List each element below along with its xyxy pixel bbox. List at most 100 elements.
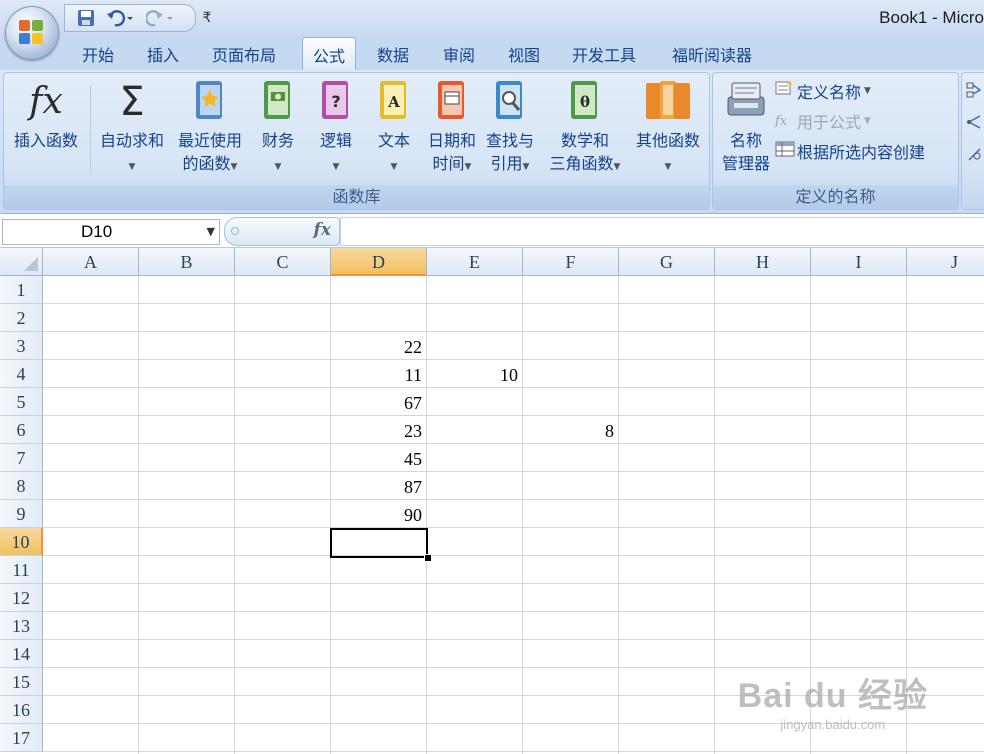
cell-e4[interactable]: 10 <box>427 360 523 388</box>
trace-dependents-icon[interactable] <box>966 113 984 131</box>
column-header-c[interactable]: C <box>235 248 331 276</box>
row-header-14[interactable]: 14 <box>0 640 43 668</box>
autosum-button[interactable]: Σ 自动求和 ▼ <box>94 77 170 179</box>
tab-home[interactable]: 开始 <box>82 40 114 68</box>
column-header-g[interactable]: G <box>619 248 715 276</box>
gridline-horizontal <box>43 611 984 612</box>
row-header-10[interactable]: 10 <box>0 528 43 556</box>
defined-names-group: 名称 管理器 定义名称 ▼ fx 用于公式 ▼ 根据所选内容创建 定义的名称 <box>712 72 959 210</box>
redo-icon[interactable] <box>145 7 175 28</box>
dropdown-arrow-icon: ▼ <box>230 162 238 172</box>
fill-handle[interactable] <box>424 554 432 562</box>
column-header-d[interactable]: D <box>331 248 427 276</box>
row-header-11[interactable]: 11 <box>0 556 43 584</box>
save-icon[interactable] <box>75 7 97 28</box>
use-in-formula-label: 用于公式 <box>797 113 862 132</box>
theta-book-icon: θ <box>542 77 628 129</box>
insert-function-label: 插入函数 <box>13 131 78 150</box>
cell-d5[interactable]: 67 <box>331 388 427 416</box>
row-header-13[interactable]: 13 <box>0 612 43 640</box>
column-header-f[interactable]: F <box>523 248 619 276</box>
more-functions-button[interactable]: 其他函数 ▼ <box>630 77 706 179</box>
customize-qat-button[interactable]: ₹ <box>200 7 214 28</box>
tab-foxit-reader[interactable]: 福昕阅读器 <box>672 40 752 68</box>
row-header-15[interactable]: 15 <box>0 668 43 696</box>
row-header-7[interactable]: 7 <box>0 444 43 472</box>
tab-view[interactable]: 视图 <box>508 40 540 68</box>
name-manager-button[interactable]: 名称 管理器 <box>715 77 777 175</box>
column-header-i[interactable]: I <box>811 248 907 276</box>
row-header-9[interactable]: 9 <box>0 500 43 528</box>
tab-page-layout[interactable]: 页面布局 <box>212 40 276 68</box>
use-in-formula-button[interactable]: fx 用于公式 ▼ <box>775 109 871 133</box>
cell-d8[interactable]: 87 <box>331 472 427 500</box>
logical-button[interactable]: ? 逻辑 ▼ <box>310 77 362 179</box>
trace-precedents-icon[interactable] <box>966 81 984 99</box>
active-cell-outline[interactable] <box>330 528 428 558</box>
date-time-button[interactable]: 日期和 时间▼ <box>424 77 480 179</box>
gridline-horizontal <box>43 527 984 528</box>
row-header-5[interactable]: 5 <box>0 388 43 416</box>
watermark-logo: Bai du 经验 <box>737 677 928 715</box>
row-header-4[interactable]: 4 <box>0 360 43 388</box>
tab-formulas[interactable]: 公式 <box>302 37 357 71</box>
tab-review[interactable]: 审阅 <box>443 40 475 68</box>
logical-label: 逻辑 <box>319 131 352 150</box>
row-header-12[interactable]: 12 <box>0 584 43 612</box>
formula-input[interactable] <box>340 217 984 246</box>
create-from-selection-button[interactable]: 根据所选内容创建 <box>775 139 925 163</box>
gridline-horizontal <box>43 555 984 556</box>
tab-developer[interactable]: 开发工具 <box>572 40 636 68</box>
cell-d3[interactable]: 22 <box>331 332 427 360</box>
cell-d4[interactable]: 11 <box>331 360 427 388</box>
name-manager-label-2: 管理器 <box>721 154 770 173</box>
insert-function-bar-button[interactable]: fx <box>224 217 340 246</box>
undo-icon[interactable] <box>105 7 135 28</box>
math-trig-label-1: 数学和 <box>560 131 609 150</box>
tab-insert[interactable]: 插入 <box>147 40 179 68</box>
math-trig-button[interactable]: θ 数学和 三角函数▼ <box>542 77 628 179</box>
column-header-j[interactable]: J <box>907 248 984 276</box>
window-title: Book1 - Micro <box>879 8 984 27</box>
tab-data[interactable]: 数据 <box>377 40 409 68</box>
text-button[interactable]: A 文本 ▼ <box>368 77 420 179</box>
cell-d9[interactable]: 90 <box>331 500 427 528</box>
money-book-icon <box>252 77 304 129</box>
row-header-16[interactable]: 16 <box>0 696 43 724</box>
column-header-a[interactable]: A <box>43 248 139 276</box>
column-header-e[interactable]: E <box>427 248 523 276</box>
dropdown-arrow-icon: ▼ <box>613 162 621 172</box>
recently-used-button[interactable]: 最近使用 的函数▼ <box>172 77 248 179</box>
row-header-6[interactable]: 6 <box>0 416 43 444</box>
row-header-8[interactable]: 8 <box>0 472 43 500</box>
text-label: 文本 <box>377 131 410 150</box>
watermark-url: jingyan.baidu.com <box>780 717 886 732</box>
cell-f6[interactable]: 8 <box>523 416 619 444</box>
baidu-jingyan-watermark: Bai du 经验 jingyan.baidu.com <box>738 668 928 732</box>
office-button[interactable] <box>5 6 59 60</box>
name-box-dropdown-icon[interactable]: ▼ <box>207 225 215 238</box>
name-box[interactable]: D10 ▼ <box>2 219 220 245</box>
lookup-reference-button[interactable]: 查找与 引用▼ <box>482 77 538 179</box>
svg-text:?: ? <box>331 92 340 111</box>
title-bar: ₹ Book1 - Micro <box>0 0 984 36</box>
row-header-1[interactable]: 1 <box>0 276 43 304</box>
office-logo-icon <box>19 20 45 46</box>
quick-access-toolbar <box>64 4 196 32</box>
function-library-label: 函数库 <box>4 185 709 209</box>
cell-d6[interactable]: 23 <box>331 416 427 444</box>
financial-button[interactable]: 财务 ▼ <box>252 77 304 179</box>
remove-arrows-icon[interactable] <box>966 145 984 163</box>
column-header-h[interactable]: H <box>715 248 811 276</box>
more-functions-label: 其他函数 <box>635 131 700 150</box>
row-header-2[interactable]: 2 <box>0 304 43 332</box>
dropdown-arrow-icon: ▼ <box>390 162 398 172</box>
cell-d7[interactable]: 45 <box>331 444 427 472</box>
row-header-17[interactable]: 17 <box>0 724 43 752</box>
insert-function-button[interactable]: fx 插入函数 <box>6 77 86 152</box>
row-header-3[interactable]: 3 <box>0 332 43 360</box>
define-name-button[interactable]: 定义名称 ▼ <box>775 79 871 103</box>
select-all-triangle-icon <box>24 257 38 271</box>
column-header-b[interactable]: B <box>139 248 235 276</box>
select-all-button[interactable] <box>0 248 43 276</box>
